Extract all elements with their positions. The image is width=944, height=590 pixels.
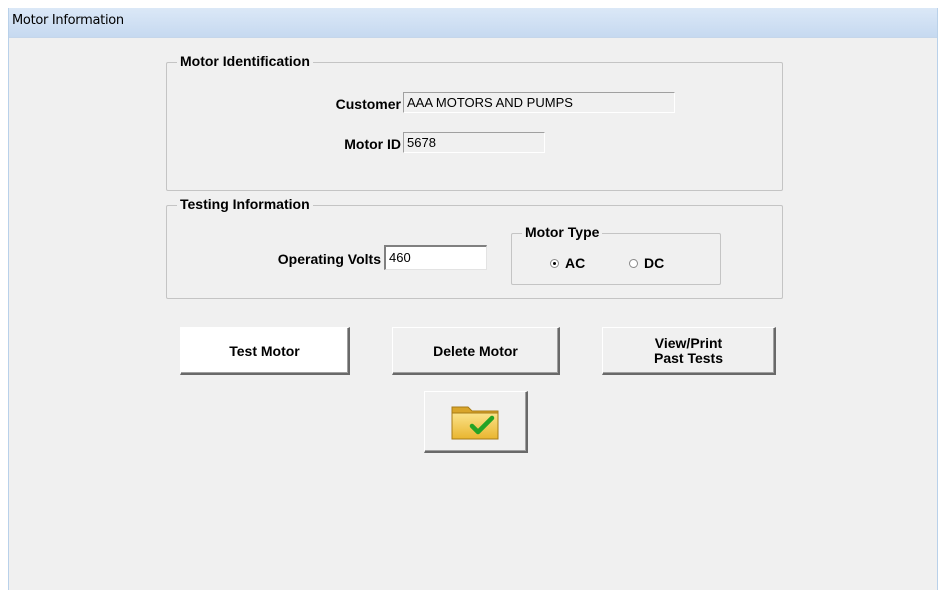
operating-volts-label: Operating Volts (277, 251, 381, 267)
testing-information-legend: Testing Information (177, 196, 313, 212)
test-motor-button[interactable]: Test Motor (180, 327, 350, 375)
motor-id-label: Motor ID (344, 136, 401, 152)
radio-ac-indicator (550, 258, 559, 268)
radio-dc-indicator (629, 258, 638, 268)
motor-information-window: Motor Information Motor Identification C… (8, 8, 938, 590)
window-title: Motor Information (12, 13, 124, 28)
view-print-label: View/Print Past Tests (654, 334, 723, 366)
motor-type-group: Motor Type (511, 224, 721, 285)
motor-type-legend: Motor Type (522, 224, 603, 240)
motor-identification-group: Motor Identification (166, 53, 783, 191)
view-print-past-tests-button[interactable]: View/Print Past Tests (602, 327, 776, 375)
customer-field[interactable]: AAA MOTORS AND PUMPS (403, 92, 675, 113)
open-folder-button[interactable] (424, 391, 528, 453)
delete-motor-button[interactable]: Delete Motor (392, 327, 560, 375)
view-print-line1: View/Print (654, 334, 723, 351)
radio-dc-label: DC (644, 255, 665, 271)
delete-motor-label: Delete Motor (433, 342, 518, 359)
motor-id-field[interactable]: 5678 (403, 132, 545, 153)
motor-identification-legend: Motor Identification (177, 53, 313, 69)
radio-ac[interactable]: AC (550, 255, 585, 271)
title-bar: Motor Information (9, 8, 937, 38)
customer-label: Customer (335, 96, 401, 112)
test-motor-label: Test Motor (229, 342, 300, 359)
folder-check-icon (451, 406, 498, 439)
radio-dc[interactable]: DC (629, 255, 664, 271)
view-print-line2: Past Tests (654, 349, 723, 366)
radio-ac-label: AC (565, 255, 586, 271)
operating-volts-input[interactable]: 460 (384, 245, 487, 270)
